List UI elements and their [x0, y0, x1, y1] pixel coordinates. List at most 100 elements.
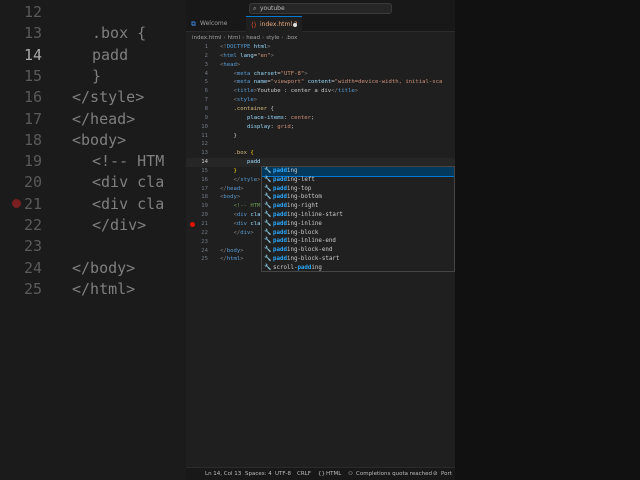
- encoding[interactable]: UTF-8: [275, 468, 291, 480]
- line-number: 4: [204, 70, 208, 77]
- suggestion-item[interactable]: 🔧 padding-block-start: [262, 255, 454, 264]
- html5-icon: ⟨⟩: [251, 21, 257, 29]
- suggestion-text: ing-block: [286, 229, 319, 236]
- port-status[interactable]: Port: [441, 468, 452, 480]
- code-line[interactable]: 12: [186, 140, 455, 149]
- line-code: <div cla: [233, 221, 261, 227]
- suggestion-text: ing: [286, 168, 298, 174]
- code-line[interactable]: 13 .box {: [186, 149, 455, 158]
- suggestion-widget: 🔧 padding 🔧 padding-left 🔧 padding-top 🔧 paddin…: [261, 166, 455, 272]
- code-line[interactable]: 3 <head>: [186, 61, 455, 70]
- wrench-icon: 🔧: [264, 202, 272, 210]
- wrench-icon: 🔧: [264, 237, 272, 245]
- line-ending[interactable]: CRLF: [297, 468, 311, 480]
- vscode-icon: ⧉: [191, 20, 196, 28]
- suggestion-item[interactable]: 🔧 padding-block: [262, 229, 454, 238]
- breadcrumb-item[interactable]: head: [246, 35, 260, 41]
- suggestion-item[interactable]: 🔧 padding-inline-start: [262, 211, 454, 220]
- breadcrumb: index.html › html › head › style › .box: [192, 35, 298, 41]
- suggestion-item[interactable]: 🔧 padding-right: [262, 202, 454, 211]
- code-line[interactable]: 7 <style>: [186, 96, 455, 105]
- unsaved-dot-icon[interactable]: [293, 23, 297, 27]
- vscode-window: ⌕ youtube ⧉ Welcome ⟨⟩ index.html 2 inde…: [186, 0, 455, 480]
- indentation[interactable]: Spaces: 4: [245, 468, 272, 480]
- breadcrumb-item[interactable]: .box: [286, 35, 298, 41]
- line-number: 25: [201, 256, 208, 263]
- line-code: <html lang="en">: [220, 52, 274, 59]
- suggestion-item[interactable]: 🔧 scroll-padding: [262, 264, 454, 271]
- line-code: }: [220, 132, 237, 139]
- suggestion-item[interactable]: 🔧 padding-block-end: [262, 246, 454, 255]
- line-code: <!DOCTYPE html>: [220, 44, 271, 50]
- line-code: display: grid;: [246, 123, 295, 130]
- code-line[interactable]: 5 <meta name="viewport" content="width=d…: [186, 78, 455, 87]
- code-line[interactable]: 8 .container {: [186, 105, 455, 114]
- line-code: </style>: [233, 176, 261, 183]
- cursor-position[interactable]: Ln 14, Col 13: [205, 468, 241, 480]
- code-line[interactable]: 2 <html lang="en">: [186, 52, 455, 61]
- background-line-text: <div cla: [92, 194, 165, 213]
- code-line[interactable]: 1 <!DOCTYPE html>: [186, 43, 455, 52]
- wrench-icon: 🔧: [264, 219, 272, 227]
- line-number: 6: [204, 88, 208, 95]
- line-code: </html>: [220, 256, 244, 263]
- suggestion-item[interactable]: 🔧 padding-inline: [262, 220, 454, 229]
- code-line[interactable]: 11 }: [186, 132, 455, 141]
- line-code: </div>: [233, 229, 254, 236]
- breadcrumb-item[interactable]: index.html: [192, 35, 221, 41]
- code-line[interactable]: 10 display: grid;: [186, 123, 455, 132]
- suggestion-item[interactable]: 🔧 padding: [262, 167, 454, 177]
- line-number: 17: [201, 185, 208, 192]
- suggestion-text: ing-inline-end: [286, 238, 336, 245]
- line-number: 2: [204, 52, 208, 59]
- breadcrumb-item[interactable]: html: [228, 35, 241, 41]
- suggestion-item[interactable]: 🔧 padding-inline-end: [262, 237, 454, 246]
- wrench-icon: 🔧: [264, 175, 272, 183]
- tab-index-html[interactable]: ⟨⟩ index.html 2: [246, 16, 302, 32]
- background-line-text: <!-- HTM: [92, 152, 165, 171]
- line-number: 18: [201, 194, 208, 201]
- suggestion-text: ing-inline: [286, 220, 322, 227]
- background-code-left: 12 13 .box {14 padd 15} 16 </style> 17 </head> 18…: [0, 0, 186, 480]
- suggestion-match: padd: [273, 176, 287, 183]
- wrench-icon: 🔧: [264, 167, 272, 174]
- suggestion-item[interactable]: 🔧 padding-left: [262, 176, 454, 185]
- line-code: </head>: [220, 185, 244, 192]
- search-text: youtube: [260, 5, 285, 12]
- suggestion-match: padd: [273, 229, 287, 236]
- suggestion-text: ing-top: [286, 185, 312, 192]
- line-number: 23: [201, 238, 208, 245]
- suggestion-text: ing-inline-start: [286, 211, 343, 218]
- line-number: 16: [201, 176, 208, 183]
- code-line[interactable]: 6 <title>Youtube : center a div</title>: [186, 87, 455, 96]
- line-number: 5: [204, 79, 208, 86]
- braces-icon: {}: [318, 471, 325, 477]
- background-line-text: .box {: [92, 24, 147, 43]
- suggestion-item[interactable]: 🔧 padding-top: [262, 185, 454, 194]
- background-line-text: </html>: [72, 279, 136, 298]
- suggestion-match: padd: [273, 247, 287, 254]
- suggestion-text: ing-block-start: [286, 255, 340, 262]
- code-line[interactable]: 9 place-items: center;: [186, 114, 455, 123]
- suggestion-text: ing-left: [286, 176, 315, 183]
- language-mode[interactable]: HTML: [326, 468, 341, 480]
- line-code: place-items: center;: [246, 114, 315, 121]
- suggestion-item[interactable]: 🔧 padding-bottom: [262, 193, 454, 202]
- breakpoint-icon[interactable]: [190, 222, 195, 227]
- line-number: 13: [201, 150, 208, 157]
- command-center-search[interactable]: ⌕ youtube: [249, 3, 392, 14]
- code-line[interactable]: 4 <meta charset="UTF-8">: [186, 70, 455, 79]
- line-code: <title>Youtube : center a div</title>: [233, 88, 359, 95]
- tab-bar: ⧉ Welcome ⟨⟩ index.html 2: [186, 16, 455, 32]
- line-number: 9: [204, 114, 208, 121]
- breadcrumb-item[interactable]: style: [266, 35, 279, 41]
- line-code: .container {: [233, 105, 274, 112]
- line-number: 22: [201, 229, 208, 236]
- tab-label: Welcome: [200, 20, 228, 27]
- suggestion-text: ing-bottom: [286, 194, 322, 201]
- line-code: <head>: [220, 61, 241, 68]
- tab-welcome[interactable]: ⧉ Welcome: [186, 16, 246, 32]
- line-code: padd: [246, 159, 261, 166]
- copilot-status[interactable]: Completions quota reached: [356, 468, 432, 480]
- line-code: <style>: [233, 97, 258, 104]
